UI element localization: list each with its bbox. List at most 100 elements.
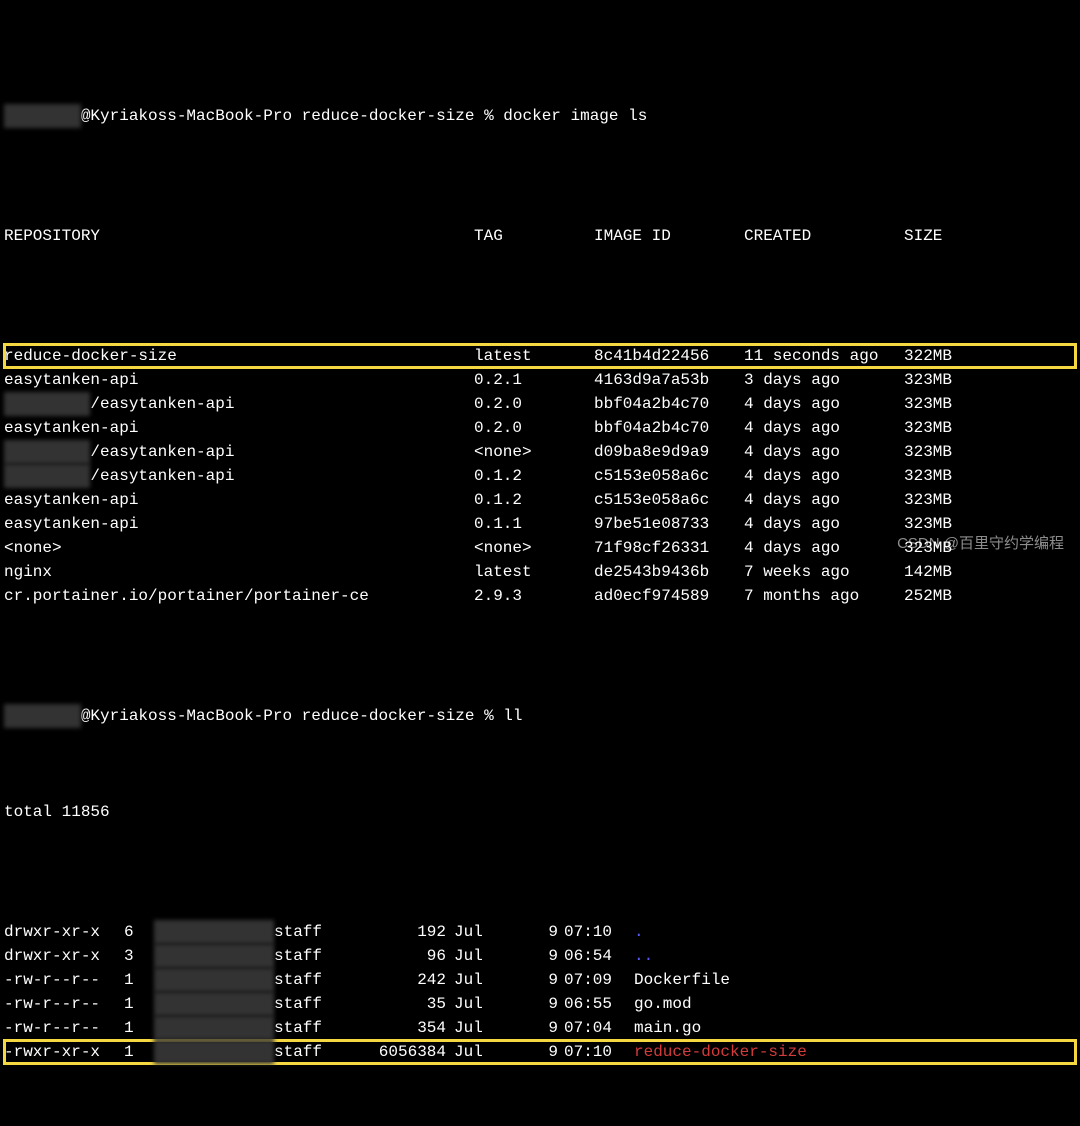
cell-time: 07:09 [564, 968, 634, 992]
prompt-line: xxxxxxxx @Kyriakoss-MacBook-Pro reduce-d… [4, 704, 1076, 728]
ll-total: total 11856 [4, 800, 1076, 824]
redacted-owner: xxxxxxxx [154, 944, 274, 968]
cell-month: Jul [454, 992, 524, 1016]
cell-id: c5153e058a6c [594, 464, 744, 488]
cell-id: de2543b9436b [594, 560, 744, 584]
cell-size: 323MB [904, 368, 1076, 392]
cell-filename: go.mod [634, 992, 1076, 1016]
redacted-owner: xxxxxxxx [154, 992, 274, 1016]
cell-tag: latest [474, 344, 594, 368]
cell-perm: -rw-r--r-- [4, 992, 124, 1016]
cell-id: bbf04a2b4c70 [594, 416, 744, 440]
cell-month: Jul [454, 1040, 524, 1064]
redacted-user: xxxxxxxx [4, 704, 81, 728]
docker-row: easytanken-api0.2.0bbf04a2b4c704 days ag… [4, 416, 1076, 440]
cell-perm: drwxr-xr-x [4, 920, 124, 944]
header-tag: TAG [474, 224, 594, 248]
prompt-line: xxxxxxxx @Kyriakoss-MacBook-Pro reduce-d… [4, 104, 1076, 128]
cell-size: 322MB [904, 344, 1076, 368]
cell-tag: 0.1.1 [474, 512, 594, 536]
ls-row: drwxr-xr-x3xxxxxxxxstaff96Jul906:54.. [4, 944, 1076, 968]
cell-size: 354 [354, 1016, 454, 1040]
cell-links: 1 [124, 1040, 154, 1064]
cell-filename: reduce-docker-size [634, 1040, 1076, 1064]
cell-links: 3 [124, 944, 154, 968]
cell-day: 9 [524, 944, 564, 968]
docker-row: xxxxxxxxx/easytanken-api<none>d09ba8e9d9… [4, 440, 1076, 464]
cell-repo: easytanken-api [4, 368, 474, 392]
cell-repo: easytanken-api [4, 512, 474, 536]
cell-created: 7 weeks ago [744, 560, 904, 584]
redacted-prefix: xxxxxxxxx [4, 464, 90, 488]
cell-created: 7 months ago [744, 584, 904, 608]
redacted-owner: xxxxxxxx [154, 920, 274, 944]
ls-row: -rw-r--r--1xxxxxxxxstaff35Jul906:55go.mo… [4, 992, 1076, 1016]
prompt-host: @Kyriakoss-MacBook-Pro reduce-docker-siz… [81, 704, 503, 728]
cell-id: 71f98cf26331 [594, 536, 744, 560]
header-created: CREATED [744, 224, 904, 248]
cell-size: 96 [354, 944, 454, 968]
watermark: CSDN @百里守约学编程 [897, 533, 1064, 556]
cell-size: 6056384 [354, 1040, 454, 1064]
cell-month: Jul [454, 1016, 524, 1040]
redacted-user: xxxxxxxx [4, 104, 81, 128]
cell-size: 35 [354, 992, 454, 1016]
command-ll: ll [503, 704, 522, 728]
redacted-owner: xxxxxxxx [154, 1040, 274, 1064]
cell-time: 06:54 [564, 944, 634, 968]
cell-repo: xxxxxxxxx/easytanken-api [4, 392, 474, 416]
cell-tag: 0.2.0 [474, 392, 594, 416]
cell-day: 9 [524, 968, 564, 992]
cell-repo: xxxxxxxxx/easytanken-api [4, 464, 474, 488]
cell-time: 07:04 [564, 1016, 634, 1040]
docker-row: xxxxxxxxx/easytanken-api0.2.0bbf04a2b4c7… [4, 392, 1076, 416]
ls-row: drwxr-xr-x6xxxxxxxxstaff192Jul907:10. [4, 920, 1076, 944]
header-repo: REPOSITORY [4, 224, 474, 248]
cell-size: 242 [354, 968, 454, 992]
ls-row: -rw-r--r--1xxxxxxxxstaff354Jul907:04main… [4, 1016, 1076, 1040]
cell-created: 4 days ago [744, 440, 904, 464]
cell-time: 07:10 [564, 920, 634, 944]
cell-group: staff [274, 1016, 354, 1040]
cell-created: 4 days ago [744, 512, 904, 536]
cell-size: 252MB [904, 584, 1076, 608]
cell-perm: -rw-r--r-- [4, 1016, 124, 1040]
cell-filename: main.go [634, 1016, 1076, 1040]
cell-tag: latest [474, 560, 594, 584]
cell-perm: -rw-r--r-- [4, 968, 124, 992]
cell-id: ad0ecf974589 [594, 584, 744, 608]
cell-tag: 0.1.2 [474, 488, 594, 512]
command-docker-ls: docker image ls [503, 104, 647, 128]
cell-id: bbf04a2b4c70 [594, 392, 744, 416]
cell-month: Jul [454, 968, 524, 992]
cell-links: 1 [124, 1016, 154, 1040]
terminal[interactable]: xxxxxxxx @Kyriakoss-MacBook-Pro reduce-d… [4, 8, 1076, 1126]
cell-size: 142MB [904, 560, 1076, 584]
cell-created: 3 days ago [744, 368, 904, 392]
cell-size: 323MB [904, 392, 1076, 416]
docker-row: reduce-docker-sizelatest8c41b4d2245611 s… [4, 344, 1076, 368]
redacted-prefix: xxxxxxxxx [4, 440, 90, 464]
cell-tag: 0.2.0 [474, 416, 594, 440]
cell-size: 323MB [904, 464, 1076, 488]
docker-row: cr.portainer.io/portainer/portainer-ce2.… [4, 584, 1076, 608]
docker-row: easytanken-api0.2.14163d9a7a53b3 days ag… [4, 368, 1076, 392]
cell-tag: <none> [474, 440, 594, 464]
cell-size: 323MB [904, 440, 1076, 464]
cell-size: 323MB [904, 416, 1076, 440]
header-size: SIZE [904, 224, 1076, 248]
cell-repo: <none> [4, 536, 474, 560]
docker-row: easytanken-api0.1.2c5153e058a6c4 days ag… [4, 488, 1076, 512]
cell-month: Jul [454, 944, 524, 968]
cell-repo: cr.portainer.io/portainer/portainer-ce [4, 584, 474, 608]
cell-repo: easytanken-api [4, 488, 474, 512]
cell-created: 4 days ago [744, 536, 904, 560]
redacted-owner: xxxxxxxx [154, 1016, 274, 1040]
cell-links: 6 [124, 920, 154, 944]
cell-day: 9 [524, 920, 564, 944]
cell-perm: drwxr-xr-x [4, 944, 124, 968]
docker-row: xxxxxxxxx/easytanken-api0.1.2c5153e058a6… [4, 464, 1076, 488]
header-imageid: IMAGE ID [594, 224, 744, 248]
cell-created: 4 days ago [744, 464, 904, 488]
cell-size: 192 [354, 920, 454, 944]
